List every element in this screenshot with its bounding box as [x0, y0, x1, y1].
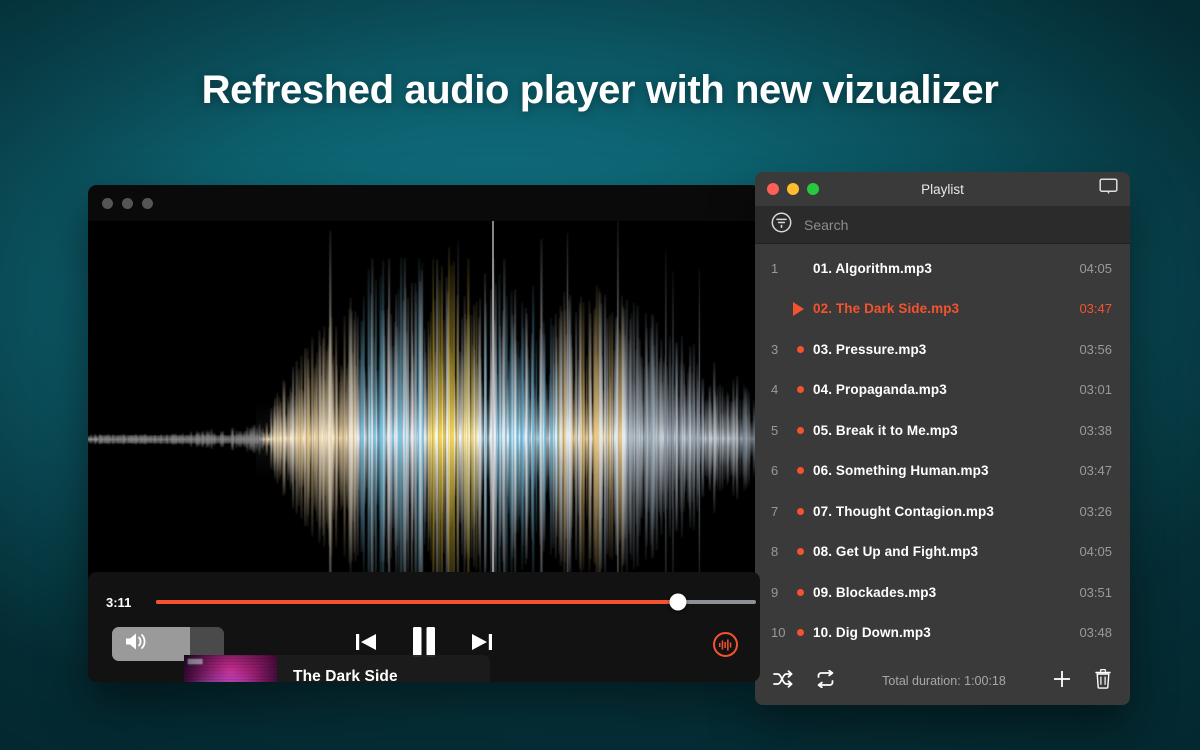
track-duration: 03:38 [1079, 423, 1112, 438]
track-status-dot [797, 548, 804, 555]
now-playing-meta: The Dark Side Muse - Simulation Theory R… [277, 655, 490, 682]
player-zoom-button[interactable] [142, 198, 153, 209]
track-index: 3 [771, 342, 797, 357]
track-name: 09. Blockades.mp3 [813, 585, 1079, 600]
track-status-dot [797, 629, 804, 636]
track-marker [797, 548, 813, 555]
transport-controls [88, 625, 760, 659]
playlist-track-row[interactable]: 3 03. Pressure.mp303:56 [755, 329, 1130, 370]
track-status-dot [797, 346, 804, 353]
playlist-track-row[interactable]: 1 01. Algorithm.mp304:05 [755, 248, 1130, 289]
playlist-track-list[interactable]: 101. Algorithm.mp304:0502. The Dark Side… [755, 244, 1130, 657]
playlist-track-row[interactable]: 02. The Dark Side.mp303:47 [755, 289, 1130, 330]
track-duration: 03:26 [1079, 504, 1112, 519]
now-playing-card: The Dark Side Muse - Simulation Theory R… [184, 655, 490, 682]
trash-icon[interactable] [1094, 669, 1112, 694]
track-index: 5 [771, 423, 797, 438]
playlist-track-row[interactable]: 4 04. Propaganda.mp303:01 [755, 370, 1130, 411]
playlist-titlebar: Playlist [755, 172, 1130, 206]
player-close-button[interactable] [102, 198, 113, 209]
track-duration: 04:05 [1079, 261, 1112, 276]
track-duration: 03:47 [1079, 463, 1112, 478]
track-duration: 03:47 [1079, 301, 1112, 316]
total-duration-label: Total duration: 1:00:18 [858, 674, 1030, 688]
track-status-dot [797, 467, 804, 474]
playlist-track-row[interactable]: 6 06. Something Human.mp303:47 [755, 451, 1130, 492]
track-status-dot [797, 386, 804, 393]
next-track-button[interactable] [469, 629, 495, 655]
track-index: 8 [771, 544, 797, 559]
track-duration: 04:05 [1079, 544, 1112, 559]
comment-icon[interactable] [1099, 178, 1118, 200]
plus-icon[interactable] [1052, 669, 1072, 694]
playlist-track-row[interactable]: 8 08. Get Up and Fight.mp304:05 [755, 532, 1130, 573]
track-name: 08. Get Up and Fight.mp3 [813, 544, 1079, 559]
album-art[interactable] [184, 655, 277, 682]
current-time-label: 3:11 [106, 595, 148, 610]
track-marker [797, 467, 813, 474]
progress-row: 3:11 [106, 592, 760, 612]
track-status-dot [797, 589, 804, 596]
playlist-window: Playlist Search 101. Algorithm.mp304:050… [755, 172, 1130, 705]
playlist-search-bar[interactable]: Search [755, 206, 1130, 244]
track-index: 10 [771, 625, 797, 640]
playlist-track-row[interactable]: 10 10. Dig Down.mp303:48 [755, 613, 1130, 654]
filter-icon[interactable] [771, 212, 792, 238]
track-name: 06. Something Human.mp3 [813, 463, 1079, 478]
playlist-title: Playlist [755, 182, 1130, 197]
page-headline: Refreshed audio player with new vizualiz… [0, 68, 1200, 113]
playlist-track-row[interactable]: 9 09. Blockades.mp303:51 [755, 572, 1130, 613]
track-status-dot [797, 508, 804, 515]
track-marker [797, 346, 813, 353]
track-duration: 03:51 [1079, 585, 1112, 600]
track-name: 01. Algorithm.mp3 [813, 261, 1079, 276]
play-triangle-icon [793, 302, 804, 316]
equalizer-icon[interactable] [713, 632, 738, 657]
seek-slider[interactable] [156, 600, 756, 604]
track-marker [797, 386, 813, 393]
player-minimize-button[interactable] [122, 198, 133, 209]
track-name: 10. Dig Down.mp3 [813, 625, 1079, 640]
track-marker [797, 629, 813, 636]
shuffle-icon[interactable] [773, 670, 793, 693]
track-index: 1 [771, 261, 797, 276]
playlist-track-row[interactable]: 7 07. Thought Contagion.mp303:26 [755, 491, 1130, 532]
track-duration: 03:56 [1079, 342, 1112, 357]
audio-player-window: The Dark Side Muse - Simulation Theory R… [88, 185, 760, 682]
track-name: 04. Propaganda.mp3 [813, 382, 1079, 397]
player-titlebar [88, 185, 760, 221]
track-status-dot [797, 427, 804, 434]
pause-button[interactable] [409, 625, 439, 659]
track-marker [797, 589, 813, 596]
track-name: 03. Pressure.mp3 [813, 342, 1079, 357]
track-marker [797, 302, 813, 316]
track-name: 02. The Dark Side.mp3 [813, 301, 1079, 316]
seek-fill [156, 600, 678, 604]
previous-track-button[interactable] [353, 629, 379, 655]
track-name: 05. Break it to Me.mp3 [813, 423, 1079, 438]
seek-handle[interactable] [670, 594, 687, 611]
playlist-track-row[interactable]: 5 05. Break it to Me.mp303:38 [755, 410, 1130, 451]
track-index: 6 [771, 463, 797, 478]
track-duration: 03:01 [1079, 382, 1112, 397]
track-title: The Dark Side [293, 668, 490, 682]
track-marker [797, 508, 813, 515]
repeat-icon[interactable] [815, 670, 836, 693]
track-duration: 03:48 [1079, 625, 1112, 640]
search-input[interactable]: Search [804, 217, 848, 233]
track-index: 4 [771, 382, 797, 397]
track-name: 07. Thought Contagion.mp3 [813, 504, 1079, 519]
track-index: 9 [771, 585, 797, 600]
playlist-footer: Total duration: 1:00:18 [755, 657, 1130, 705]
track-marker [797, 427, 813, 434]
track-index: 7 [771, 504, 797, 519]
